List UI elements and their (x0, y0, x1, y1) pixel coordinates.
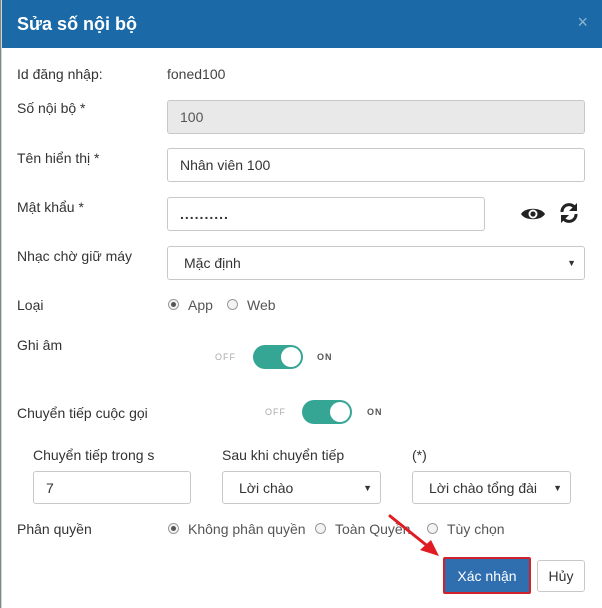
type-radio-app[interactable] (168, 299, 179, 310)
refresh-icon[interactable] (558, 202, 580, 224)
hold-music-label: Nhạc chờ giữ máy (17, 248, 133, 264)
forward-within-field[interactable]: 7 (33, 471, 191, 504)
hold-music-value: Mặc định (184, 255, 241, 271)
extension-value: 100 (180, 109, 204, 125)
close-icon[interactable]: × (577, 12, 588, 33)
display-name-value: Nhân viên 100 (180, 157, 271, 173)
hold-music-select[interactable]: Mặc định ▼ (167, 246, 585, 280)
star-value: Lời chào tổng đài (429, 479, 538, 496)
annotation-arrow-icon (388, 514, 439, 556)
forward-within-label: Chuyển tiếp trong s (33, 447, 155, 463)
dialog-header: Sửa số nội bộ × (2, 0, 602, 48)
chevron-down-icon: ▼ (567, 258, 576, 268)
permission-radio-none[interactable] (168, 523, 179, 534)
password-field[interactable]: .......... (167, 197, 485, 231)
extension-label: Số nội bộ * (17, 100, 86, 116)
record-label: Ghi âm (17, 337, 63, 353)
permission-radio-full[interactable] (315, 523, 326, 534)
record-on-label: ON (317, 352, 333, 362)
type-option-app: App (188, 297, 213, 313)
password-value: .......... (180, 206, 229, 222)
login-id-value: foned100 (167, 66, 226, 82)
display-name-field[interactable]: Nhân viên 100 (167, 148, 585, 182)
forward-toggle[interactable] (302, 400, 352, 424)
star-label: (*) (412, 447, 427, 463)
eye-icon[interactable] (520, 205, 546, 223)
extension-field: 100 (167, 100, 585, 134)
display-name-label: Tên hiển thị * (17, 150, 100, 166)
permission-option-custom: Tùy chọn (447, 521, 505, 537)
edit-extension-dialog: Sửa số nội bộ × Id đăng nhập: foned100 S… (1, 0, 602, 608)
record-off-label: OFF (215, 352, 236, 362)
cancel-button[interactable]: Hủy (537, 560, 585, 592)
forward-on-label: ON (367, 407, 383, 417)
record-toggle[interactable] (253, 345, 303, 369)
after-forward-value: Lời chào (239, 479, 294, 496)
after-forward-label: Sau khi chuyển tiếp (222, 447, 345, 463)
permission-option-none: Không phân quyền (188, 521, 306, 537)
chevron-down-icon: ▼ (553, 482, 562, 493)
permission-label: Phân quyền (17, 521, 92, 537)
password-label: Mật khẩu * (17, 199, 84, 215)
after-forward-select[interactable]: Lời chào ▼ (222, 471, 381, 504)
dialog-title: Sửa số nội bộ (17, 14, 138, 34)
forward-off-label: OFF (265, 407, 286, 417)
star-select[interactable]: Lời chào tổng đài ▼ (412, 471, 571, 504)
record-toggle-knob (281, 347, 301, 367)
type-radio-web[interactable] (227, 299, 238, 310)
forward-label: Chuyển tiếp cuộc gọi (17, 405, 148, 421)
type-label: Loại (17, 297, 44, 313)
forward-toggle-knob (330, 402, 350, 422)
confirm-button[interactable]: Xác nhận (443, 557, 531, 594)
forward-within-value: 7 (46, 479, 54, 496)
chevron-down-icon: ▼ (363, 482, 372, 493)
type-option-web: Web (247, 297, 276, 313)
login-id-label: Id đăng nhập: (17, 66, 103, 82)
